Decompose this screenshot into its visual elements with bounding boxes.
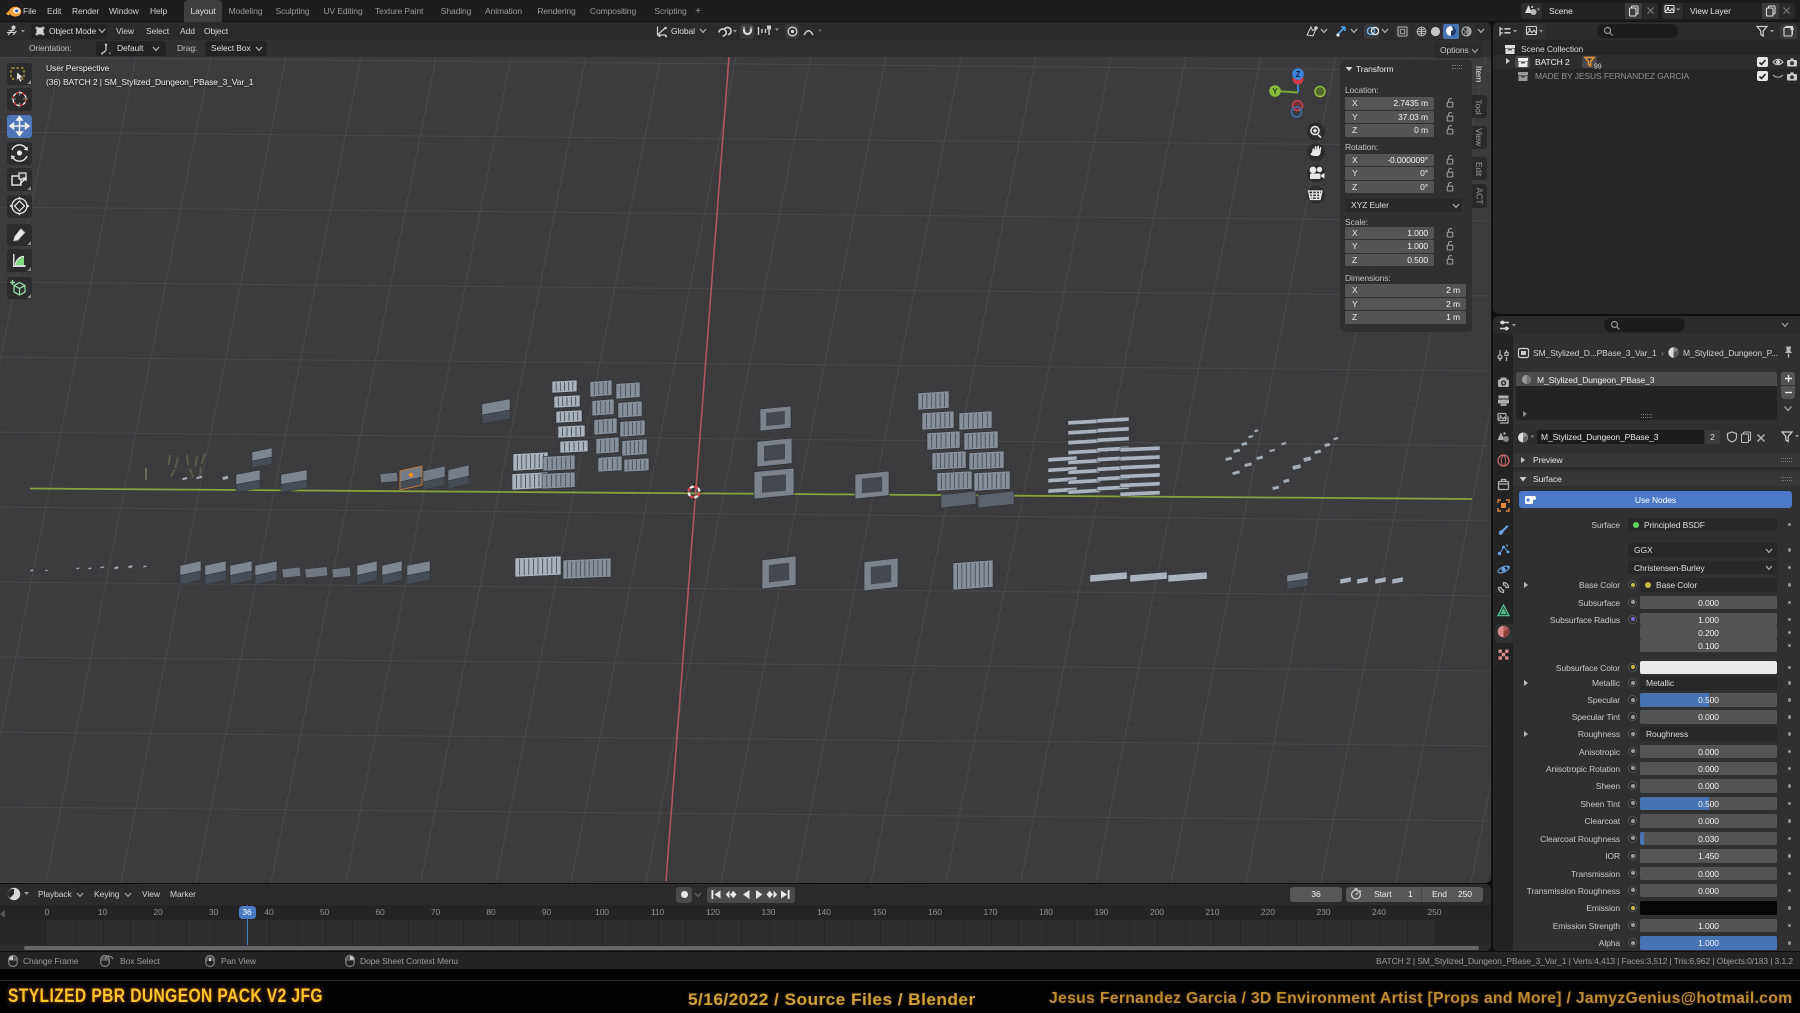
svg-text:Y: Y	[1272, 87, 1278, 96]
svg-text:99: 99	[1594, 64, 1602, 70]
svg-text:Z: Z	[1296, 70, 1301, 79]
